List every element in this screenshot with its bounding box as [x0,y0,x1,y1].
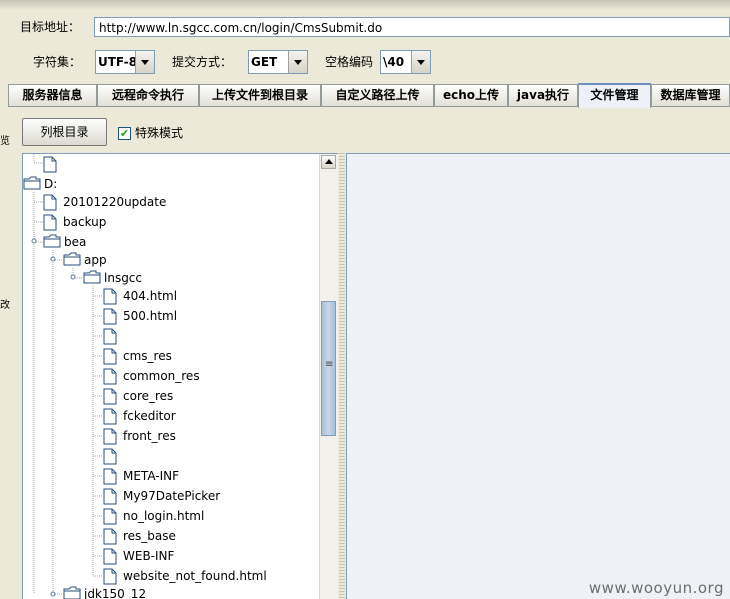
tab-file-manager[interactable]: 文件管理 [578,83,651,108]
tree-file-node[interactable]: 404.html [103,286,319,306]
tree-folder-node[interactable]: D: [23,174,319,194]
file-tree[interactable]: D: 20101220update backup bea app lnsgcc 404.ht… [22,153,338,599]
tree-node-label: 404.html [123,289,178,303]
folder-icon [43,234,61,254]
tree-folder-node[interactable]: lnsgcc [83,268,319,288]
special-mode-checkbox[interactable]: ✔ [118,127,131,140]
tree-file-node[interactable]: WEB-INF [103,546,319,566]
tab-custom-path-upload[interactable]: 自定义路径上传 [321,84,434,106]
tree-file-node[interactable]: My97DatePicker [103,486,319,506]
tree-node-label: common_res [123,369,200,383]
tree-node-label: META-INF [123,469,180,483]
scroll-up-arrow-icon[interactable] [321,155,336,169]
special-mode-label: 特殊模式 [135,126,184,140]
chevron-down-icon[interactable] [135,51,154,73]
space-encoding-label: 空格编码 [325,55,374,69]
tree-folder-node[interactable]: bea [43,232,319,252]
chevron-down-icon[interactable] [288,51,307,73]
tree-node-label: fckeditor [123,409,176,423]
tree-file-node[interactable]: META-INF [103,466,319,486]
tree-file-node[interactable]: common_res [103,366,319,386]
watermark: www.wooyun.org [588,579,724,597]
tab-strip: 服务器信息 远程命令执行 上传文件到根目录 自定义路径上传 echo上传 jav… [8,83,730,108]
chevron-down-icon[interactable] [411,51,430,73]
space-encoding-value: \40 [383,55,405,69]
tree-node-label: core_res [123,389,174,403]
tab-java-exec[interactable]: java执行 [508,84,578,106]
tree-node-label: My97DatePicker [123,489,221,503]
charset-label: 字符集： [33,55,82,69]
tab-echo-upload[interactable]: echo上传 [434,84,508,106]
tree-file-node[interactable]: fckeditor [103,406,319,426]
method-value: GET [251,55,278,69]
edge-glyph-1: 览 [0,136,10,147]
folder-icon [63,586,81,599]
charset-value: UTF-8 [98,55,138,69]
tree-file-node[interactable]: cms_res [103,346,319,366]
tab-remote-command[interactable]: 远程命令执行 [97,84,199,106]
method-select[interactable]: GET [248,50,308,74]
window-top-edge [0,0,730,10]
tree-node-label: jdk150_12 [84,587,147,599]
scrollbar-thumb[interactable] [321,301,336,436]
tree-folder-node[interactable]: jdk150_12 [63,584,319,599]
tree-file-node[interactable]: core_res [103,386,319,406]
tree-node-label: 500.html [123,309,178,323]
folder-icon [23,176,41,196]
tree-file-node[interactable]: res_base [103,526,319,546]
tree-node-label: lnsgcc [104,271,143,285]
tree-file-node[interactable]: 20101220update [43,192,319,212]
tree-scrollbar[interactable] [319,154,338,599]
tree-file-node[interactable]: no_login.html [103,506,319,526]
tree-node-label: app [84,253,107,267]
charset-select[interactable]: UTF-8 [95,50,155,74]
tree-file-node[interactable]: front_res [103,426,319,446]
tree-node-label: bea [64,235,87,249]
space-encoding-select[interactable]: \40 [380,50,431,74]
tab-upload-to-root[interactable]: 上传文件到根目录 [199,84,321,106]
target-url-input[interactable]: http://www.ln.sgcc.com.cn/login/CmsSubmi… [94,17,730,37]
tree-node-label: res_base [123,529,176,543]
tree-node-label: website_not_found.html [123,569,267,583]
tree-node-label: backup [63,215,107,229]
split-pane-divider[interactable] [339,153,345,599]
target-url-label: 目标地址： [20,20,81,34]
tab-server-info[interactable]: 服务器信息 [8,84,97,106]
tree-node-label: 20101220update [63,195,167,209]
tree-node-label: D: [44,177,58,191]
folder-icon [63,252,81,272]
file-content-pane [346,153,730,599]
tree-file-node[interactable] [103,446,319,466]
tree-file-node[interactable] [103,326,319,346]
folder-icon [83,270,101,290]
tree-file-node[interactable]: website_not_found.html [103,566,319,586]
tree-file-node[interactable] [43,154,319,174]
method-label: 提交方式： [172,55,233,69]
tree-file-node[interactable]: 500.html [103,306,319,326]
tree-folder-node[interactable]: app [63,250,319,270]
tree-node-label: cms_res [123,349,172,363]
tree-file-node[interactable]: backup [43,212,319,232]
tab-database-manager[interactable]: 数据库管理 [651,84,730,106]
list-root-button[interactable]: 列根目录 [22,118,107,146]
tree-node-label: front_res [123,429,176,443]
tree-node-label: no_login.html [123,509,205,523]
tree-node-label: WEB-INF [123,549,175,563]
edge-glyph-2: 改 [0,300,10,311]
